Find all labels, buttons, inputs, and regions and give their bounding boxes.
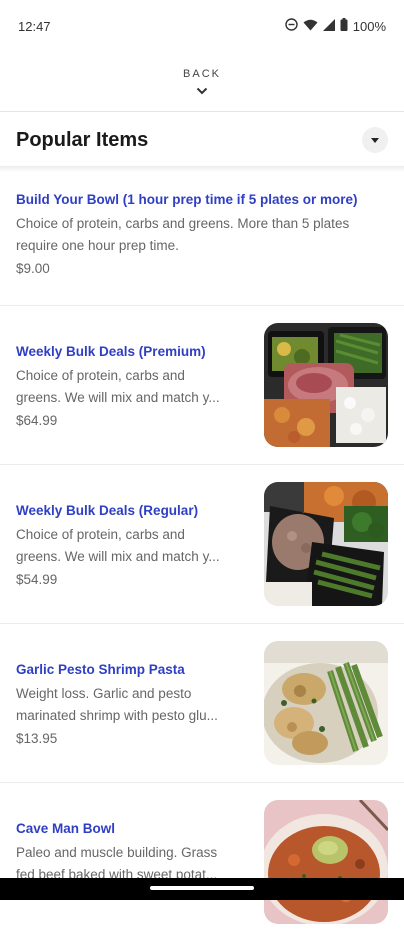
caret-down-icon [371, 131, 379, 149]
status-time: 12:47 [18, 18, 51, 34]
wifi-icon [303, 19, 318, 34]
menu-item-description-line: Paleo and muscle building. Grass [16, 845, 218, 860]
menu-item-build-your-bowl[interactable]: Build Your Bowl (1 hour prep time if 5 p… [0, 172, 404, 306]
back-label: BACK [183, 68, 221, 80]
menu-item-description-line: greens. We will mix and match y... [16, 549, 220, 564]
menu-item-description-line: greens. We will mix and match y... [16, 390, 220, 405]
menu-item-name: Garlic Pesto Shrimp Pasta [16, 662, 185, 677]
menu-item-image [264, 800, 388, 924]
menu-item-price: $54.99 [16, 572, 58, 587]
menu-item-name: Weekly Bulk Deals (Premium) [16, 344, 206, 359]
menu-item-description-line: Choice of protein, carbs and greens. Mor… [16, 216, 350, 231]
menu-item-price: $13.95 [16, 731, 58, 746]
menu-item-text: Weekly Bulk Deals (Premium) Choice of pr… [16, 344, 248, 428]
menu-item-name: Weekly Bulk Deals (Regular) [16, 503, 199, 518]
menu-item-weekly-bulk-regular[interactable]: Weekly Bulk Deals (Regular) Choice of pr… [0, 465, 404, 624]
menu-item-description-line: require one hour prep time. [16, 238, 179, 253]
menu-item-text: Weekly Bulk Deals (Regular) Choice of pr… [16, 503, 248, 587]
status-icons: 100% [285, 18, 386, 34]
back-button[interactable]: BACK [0, 56, 404, 106]
battery-icon [340, 18, 348, 34]
menu-item-text: Cave Man Bowl Paleo and muscle building.… [16, 821, 248, 886]
menu-item-image [264, 482, 388, 606]
menu-item-description-line: marinated shrimp with pesto glu... [16, 708, 218, 723]
menu-item-text: Garlic Pesto Shrimp Pasta Weight loss. G… [16, 662, 248, 746]
menu-item-garlic-pesto-shrimp-pasta[interactable]: Garlic Pesto Shrimp Pasta Weight loss. G… [0, 624, 404, 783]
menu-item-price: $9.00 [16, 261, 50, 276]
cell-signal-icon [322, 18, 335, 34]
status-bar: 12:47 100% [0, 0, 404, 52]
menu-item-description-line: Choice of protein, carbs and [16, 527, 185, 542]
home-gesture-handle[interactable] [150, 886, 254, 890]
menu-item-name: Build Your Bowl (1 hour prep time if 5 p… [16, 192, 358, 207]
menu-item-weekly-bulk-premium[interactable]: Weekly Bulk Deals (Premium) Choice of pr… [0, 306, 404, 465]
menu-item-description-line: Choice of protein, carbs and [16, 368, 185, 383]
battery-percent: 100% [352, 18, 386, 34]
menu-item-list: Build Your Bowl (1 hour prep time if 5 p… [0, 172, 404, 942]
menu-item-text: Build Your Bowl (1 hour prep time if 5 p… [16, 192, 388, 276]
menu-item-description-line: Weight loss. Garlic and pesto [16, 686, 192, 701]
menu-item-image [264, 641, 388, 765]
menu-item-description: Weight loss. Garlic and pesto marinated … [16, 683, 248, 727]
chevron-down-icon [196, 82, 208, 95]
menu-item-description: Choice of protein, carbs and greens. Mor… [16, 213, 388, 257]
section-title: Popular Items [16, 128, 149, 151]
section-header: Popular Items [0, 112, 404, 168]
do-not-disturb-icon [285, 18, 298, 34]
collapse-section-button[interactable] [362, 127, 388, 153]
menu-item-name: Cave Man Bowl [16, 821, 116, 836]
menu-item-cave-man-bowl[interactable]: Cave Man Bowl Paleo and muscle building.… [0, 783, 404, 942]
menu-item-price: $64.99 [16, 413, 58, 428]
menu-item-description: Choice of protein, carbs and greens. We … [16, 524, 248, 568]
menu-item-description: Choice of protein, carbs and greens. We … [16, 365, 248, 409]
menu-item-image [264, 323, 388, 447]
system-navigation-bar [0, 878, 404, 900]
